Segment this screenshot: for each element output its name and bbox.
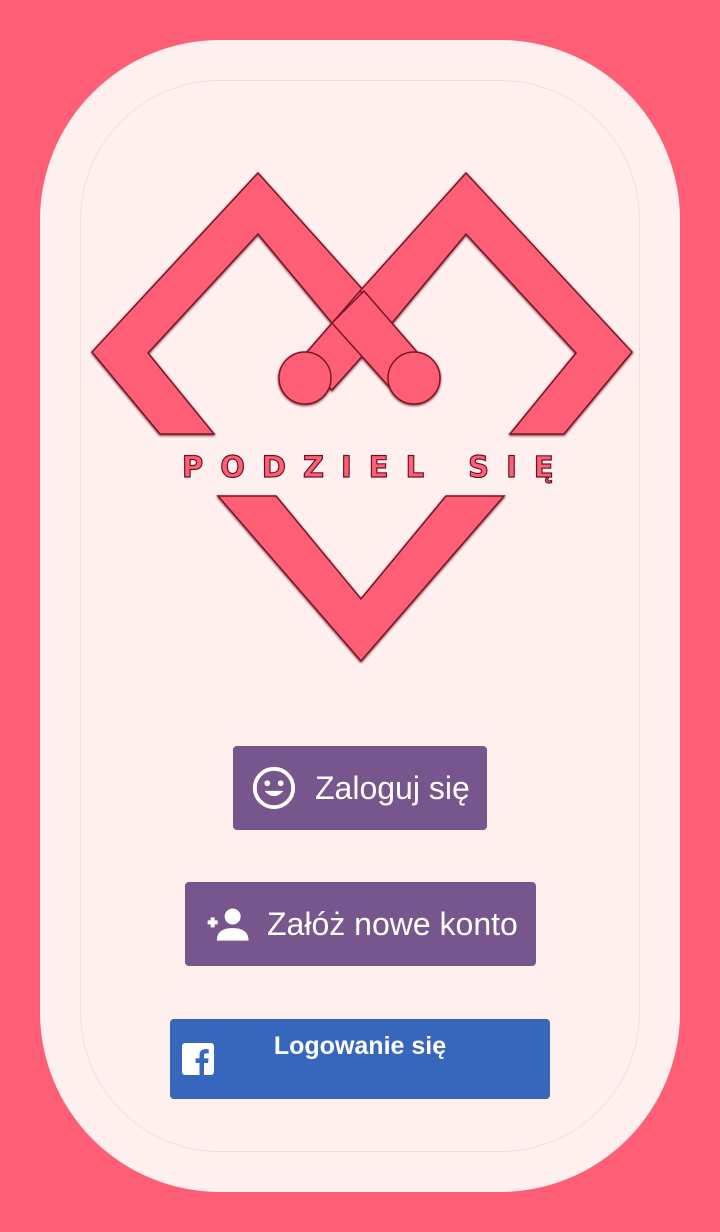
register-button-label: Załóż nowe konto <box>267 905 518 942</box>
logo-bottom-v <box>216 495 506 663</box>
logo-text: PODZIEL SIĘ <box>182 450 571 484</box>
login-button[interactable]: Zaloguj się <box>233 746 487 830</box>
login-button-label: Zaloguj się <box>315 769 470 806</box>
logo-right-dot <box>387 351 441 405</box>
add-person-icon <box>207 908 249 941</box>
facebook-login-button[interactable]: Logowanie się <box>170 1019 550 1099</box>
logo-left-dot <box>278 351 332 405</box>
app-logo: PODZIEL SIĘ <box>91 171 633 663</box>
app-screen: PODZIEL SIĘ Zaloguj się Załóż nowe konto… <box>0 0 720 1232</box>
facebook-button-label: Logowanie się <box>273 1032 447 1060</box>
smiley-face-icon <box>252 766 296 810</box>
register-button[interactable]: Załóż nowe konto <box>185 882 536 966</box>
